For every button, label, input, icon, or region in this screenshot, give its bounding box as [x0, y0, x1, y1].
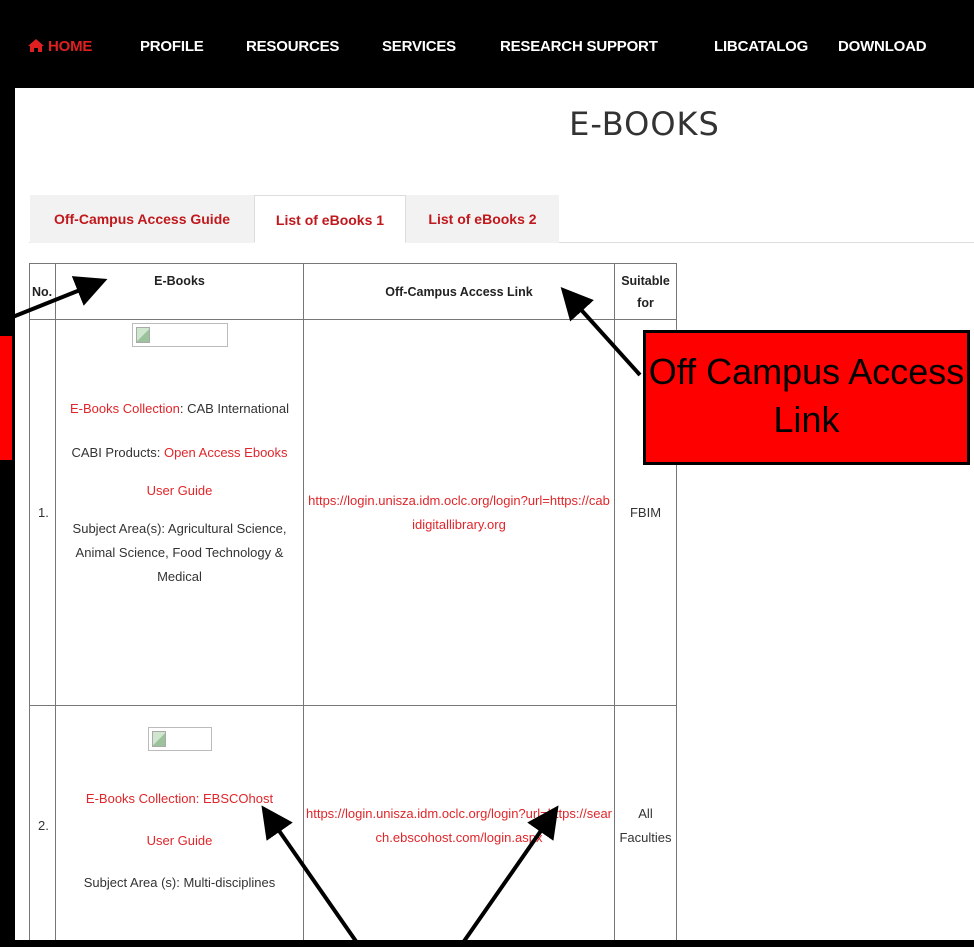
- nav-download[interactable]: DOWNLOAD: [838, 38, 927, 55]
- tab-ebooks-2[interactable]: List of eBooks 2: [406, 195, 559, 243]
- cab-logo-image: [131, 322, 228, 347]
- suitable-cell: All Faculties: [614, 705, 677, 940]
- subject-area: Subject Area (s): Multi-disciplines: [83, 874, 276, 890]
- ebook-cell: E-Books Collection: CAB International CA…: [55, 319, 304, 706]
- ebook-collection-name: : CAB International: [179, 400, 289, 416]
- access-link-cell: https://login.unisza.idm.oclc.org/login?…: [303, 319, 615, 706]
- ebook-collection-link[interactable]: E-Books Collection: [70, 401, 180, 416]
- broken-image-icon: [135, 326, 150, 343]
- off-campus-access-link[interactable]: https://login.unisza.idm.oclc.org/login?…: [306, 806, 612, 845]
- ebooks-table: No. E-Books Off-Campus Access Link Suita…: [29, 263, 677, 940]
- user-guide-link[interactable]: User Guide: [147, 833, 213, 848]
- left-callout-box: [0, 333, 15, 463]
- table-row: 1. E-Books Collection: CAB International…: [29, 319, 677, 706]
- nav-home-label: HOME: [48, 38, 93, 55]
- ebook-collection-link[interactable]: E-Books Collection: EBSCOhost: [86, 791, 273, 806]
- subject-area: Subject Area(s): Agricultural Science, A…: [72, 520, 287, 584]
- callout-box: Off Campus Access Link: [643, 330, 970, 465]
- user-guide-link[interactable]: User Guide: [147, 483, 213, 498]
- row-number: 2.: [29, 705, 56, 940]
- col-header-no: No.: [29, 263, 56, 320]
- tab-ebooks-1[interactable]: List of eBooks 1: [254, 195, 406, 243]
- nav-resources[interactable]: RESOURCES: [246, 38, 339, 55]
- page-title: E-BOOKS: [569, 105, 720, 143]
- ebsco-logo-image: [147, 726, 212, 751]
- access-link-cell: https://login.unisza.idm.oclc.org/login?…: [303, 705, 615, 940]
- ebook-cell: E-Books Collection: EBSCOhost User Guide…: [55, 705, 304, 940]
- products-label: CABI Products:: [71, 444, 164, 460]
- home-icon: [27, 38, 45, 57]
- col-header-link: Off-Campus Access Link: [303, 263, 615, 320]
- table-header-row: No. E-Books Off-Campus Access Link Suita…: [29, 263, 677, 320]
- table-row: 2. E-Books Collection: EBSCOhost User Gu…: [29, 705, 677, 940]
- content-area: E-BOOKS Off-Campus Access Guide List of …: [15, 88, 974, 940]
- off-campus-access-link[interactable]: https://login.unisza.idm.oclc.org/login?…: [308, 493, 610, 532]
- nav-libcatalog[interactable]: LIBCATALOG: [714, 38, 808, 55]
- nav-profile[interactable]: PROFILE: [140, 38, 204, 55]
- top-nav: HOME PROFILE RESOURCES SERVICES RESEARCH…: [0, 0, 974, 88]
- open-access-ebooks-link[interactable]: Open Access Ebooks: [164, 445, 288, 460]
- nav-services[interactable]: SERVICES: [382, 38, 456, 55]
- broken-image-icon: [151, 730, 166, 747]
- nav-home[interactable]: HOME: [27, 38, 92, 57]
- col-header-ebooks: E-Books: [55, 263, 304, 320]
- nav-research-support[interactable]: RESEARCH SUPPORT: [500, 38, 658, 55]
- row-number: 1.: [29, 319, 56, 706]
- tab-off-campus-guide[interactable]: Off-Campus Access Guide: [30, 195, 254, 243]
- col-header-suitable: Suitable for: [614, 263, 677, 320]
